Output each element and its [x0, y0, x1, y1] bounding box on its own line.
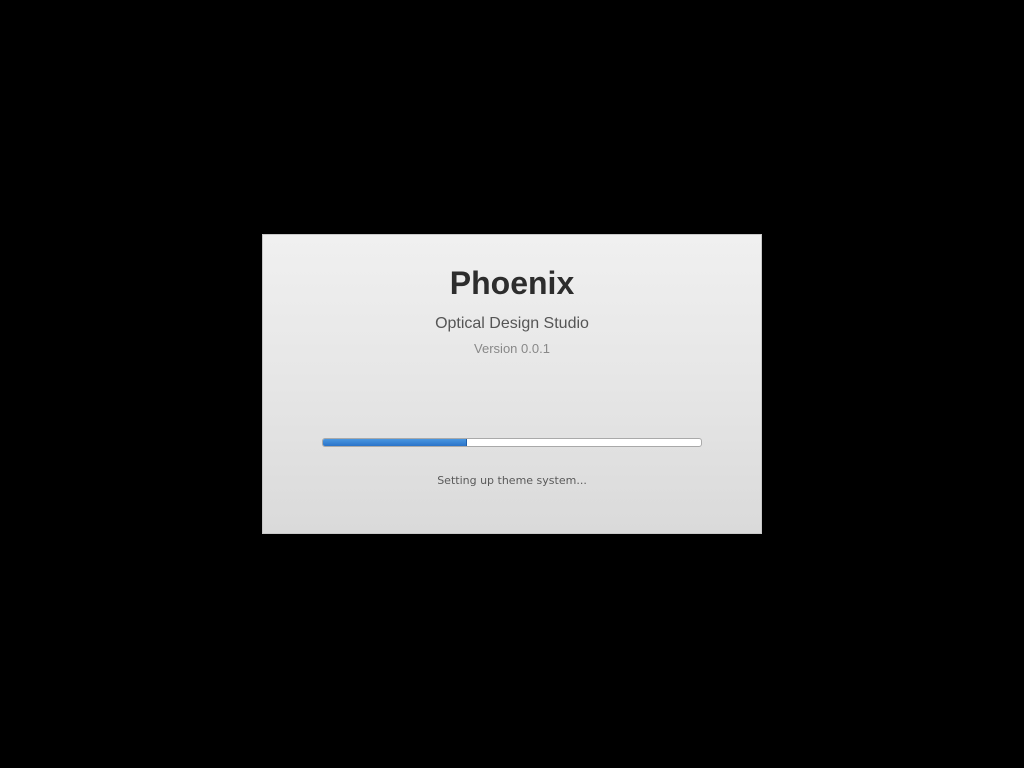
app-subtitle: Optical Design Studio — [435, 315, 589, 332]
app-title: Phoenix — [449, 265, 575, 301]
loading-status-text: Setting up theme system... — [437, 474, 587, 487]
desktop-background: Phoenix Optical Design Studio Version 0.… — [0, 0, 1024, 768]
loading-progress-bar — [322, 438, 702, 447]
version-label: Version 0.0.1 — [474, 341, 550, 356]
splash-screen: Phoenix Optical Design Studio Version 0.… — [262, 234, 762, 534]
loading-progress-fill — [323, 439, 467, 446]
